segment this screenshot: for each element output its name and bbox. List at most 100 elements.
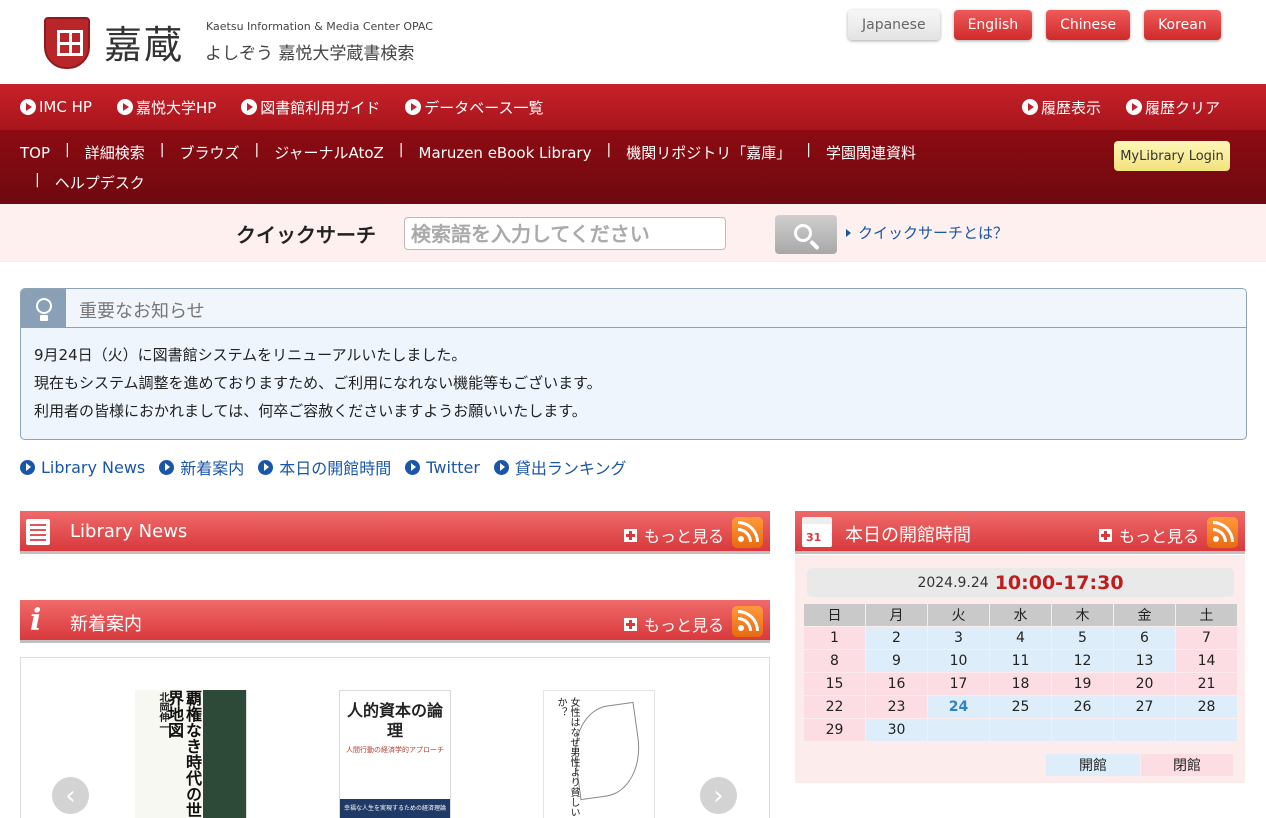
calendar-day: 30 — [866, 719, 927, 741]
menu-separator: | — [159, 142, 165, 158]
menu-maruzen-ebook[interactable]: Maruzen eBook Library — [419, 142, 592, 164]
arrow-circle-icon — [258, 459, 274, 475]
page: 嘉蔵 Kaetsu Information & Media Center OPA… — [0, 0, 1266, 818]
calendar-day: 9 — [866, 650, 927, 672]
top-nav: IMC HP 嘉悦大学HP 図書館利用ガイド データベース一覧 履歴表示 履歴ク… — [0, 84, 1266, 130]
menu-repository[interactable]: 機関リポジトリ「嘉庫」 — [626, 142, 791, 164]
menu-separator: | — [35, 172, 40, 188]
menu-campus-materials[interactable]: 学園関連資料 — [826, 142, 916, 164]
calendar-day: 29 — [804, 719, 865, 741]
link-new-arrivals[interactable]: 新着案内 — [159, 455, 244, 479]
link-opening-hours[interactable]: 本日の開館時間 — [258, 455, 391, 479]
quick-search-help-link[interactable]: クイックサーチとは？ — [846, 222, 1008, 243]
lang-english-button[interactable]: English — [953, 10, 1033, 40]
mylibrary-login-button[interactable]: MyLibrary Login — [1114, 141, 1230, 171]
calendar-day: 6 — [1114, 627, 1175, 649]
search-icon — [794, 223, 812, 242]
menu-separator: | — [606, 142, 612, 158]
arrow-circle-icon — [405, 459, 421, 475]
notice-line: 9月24日（火）に図書館システムをリニューアルいたしました。 — [34, 346, 467, 364]
search-button[interactable] — [775, 215, 837, 254]
lightbulb-icon — [21, 289, 66, 328]
logo-subtitle-ja: よしぞう 嘉悦大学蔵書検索 — [205, 44, 415, 64]
book-cover[interactable]: 人的資本の論理 人間行動の経済学的アプローチ 幸福な人生を実現するための経済理論 — [339, 690, 451, 818]
lang-chinese-button[interactable]: Chinese — [1046, 10, 1131, 40]
new-arrivals-header: i 新着案内 もっと見る — [20, 600, 770, 643]
calendar-day-empty — [1052, 719, 1113, 741]
plus-icon — [624, 528, 637, 542]
rss-icon[interactable] — [1207, 517, 1238, 548]
calendar-day-empty — [928, 719, 989, 741]
info-icon: i — [30, 603, 42, 638]
book-title: 女性はなぜ男性より貧しいのか？ — [555, 697, 579, 818]
nav-imc-hp[interactable]: IMC HP — [20, 98, 92, 116]
menu-journal-atoz[interactable]: ジャーナルAtoZ — [274, 142, 384, 164]
quick-search-label: クイックサーチ — [236, 223, 376, 247]
nav-kaetsu-hp[interactable]: 嘉悦大学HP — [116, 97, 216, 118]
new-arrivals-carousel: 北岡伸一 覇権なき時代の世界地図 人的資本の論理 人間行動の経済学的アプローチ … — [20, 657, 770, 818]
today-hours: 2024.9.24 10:00-17:30 — [807, 568, 1234, 597]
section-title: 新着案内 — [70, 614, 142, 635]
nav-history-show[interactable]: 履歴表示 — [1021, 97, 1101, 118]
lang-korean-button[interactable]: Korean — [1144, 10, 1221, 40]
arrow-circle-icon — [405, 99, 422, 115]
book-band-text: 幸福な人生を実現するための経済理論 — [343, 805, 446, 812]
calendar-day: 27 — [1114, 696, 1175, 718]
nav-database-list[interactable]: データベース一覧 — [405, 97, 544, 118]
rss-icon[interactable] — [732, 517, 763, 548]
language-switcher: Japanese English Chinese Korean — [848, 10, 1221, 40]
notice-title: 重要なお知らせ — [79, 301, 205, 322]
plus-icon — [624, 617, 637, 631]
nav-history-clear[interactable]: 履歴クリア — [1125, 97, 1220, 118]
new-arrivals-more-link[interactable]: もっと見る — [624, 612, 724, 636]
book-subtitle: 人間行動の経済学的アプローチ — [346, 746, 444, 754]
search-input[interactable] — [404, 217, 726, 250]
nav-library-guide[interactable]: 図書館利用ガイド — [241, 97, 380, 118]
calendar-day: 16 — [866, 673, 927, 695]
weekday-header: 日 — [804, 604, 865, 626]
plus-icon — [1099, 528, 1112, 542]
arrow-circle-icon — [1125, 99, 1142, 115]
link-twitter[interactable]: Twitter — [405, 458, 480, 477]
news-more-link[interactable]: もっと見る — [624, 523, 724, 547]
weekday-header: 木 — [1052, 604, 1113, 626]
calendar-day: 12 — [1052, 650, 1113, 672]
rss-icon[interactable] — [732, 606, 763, 637]
calendar-grid: 日 月 火 水 木 金 土 1 2 3 4 5 6 7 8 9 10 11 12… — [803, 603, 1238, 742]
link-loan-ranking[interactable]: 貸出ランキング — [493, 455, 626, 479]
logo-title[interactable]: 嘉蔵 — [104, 14, 184, 69]
notice-header: 重要なお知らせ — [21, 289, 1246, 328]
book-cover[interactable]: 女性はなぜ男性より貧しいのか？ — [543, 690, 655, 818]
calendar-day: 28 — [1176, 696, 1237, 718]
menu-browse[interactable]: ブラウズ — [179, 142, 239, 164]
history-links: 履歴表示 履歴クリア — [997, 84, 1220, 130]
link-library-news[interactable]: Library News — [20, 458, 145, 477]
calendar-day: 5 — [1052, 627, 1113, 649]
calendar-day: 18 — [990, 673, 1051, 695]
logo-subtitle-en: Kaetsu Information & Media Center OPAC — [206, 20, 433, 33]
book-cover[interactable]: 北岡伸一 覇権なき時代の世界地図 — [135, 690, 247, 818]
notice-line: 現在もシステム調整を進めておりますため、ご利用になれない機能等もございます。 — [34, 374, 602, 392]
university-emblem-icon[interactable] — [44, 17, 90, 69]
menu-top[interactable]: TOP — [20, 142, 50, 164]
book-title: 覇権なき時代の世界地図 — [165, 690, 202, 818]
menu-advanced-search[interactable]: 詳細検索 — [85, 142, 145, 164]
weekday-header: 金 — [1114, 604, 1175, 626]
hours-more-link[interactable]: もっと見る — [1099, 523, 1199, 547]
lang-japanese-button[interactable]: Japanese — [848, 10, 940, 40]
carousel-next-button[interactable]: › — [700, 777, 737, 814]
calendar-day: 10 — [928, 650, 989, 672]
menu-helpdesk[interactable]: ヘルプデスク — [55, 172, 145, 194]
news-list-icon — [26, 519, 50, 545]
important-notice: 重要なお知らせ 9月24日（火）に図書館システムをリニューアルいたしました。 現… — [20, 288, 1247, 440]
arrow-circle-icon — [20, 459, 35, 475]
opening-calendar: 2024.9.24 10:00-17:30 日 月 火 水 木 金 土 1 2 — [795, 555, 1245, 783]
calendar-day: 8 — [804, 650, 865, 672]
calendar-day: 2 — [866, 627, 927, 649]
chevron-left-icon: ‹ — [65, 780, 76, 811]
library-news-header: Library News もっと見る — [20, 511, 770, 554]
calendar-day: 26 — [1052, 696, 1113, 718]
carousel-prev-button[interactable]: ‹ — [52, 777, 89, 814]
arrow-circle-icon — [1021, 99, 1038, 115]
notice-line: 利用者の皆様におかれましては、何卒ご容赦くださいますようお願いいたします。 — [34, 402, 587, 420]
